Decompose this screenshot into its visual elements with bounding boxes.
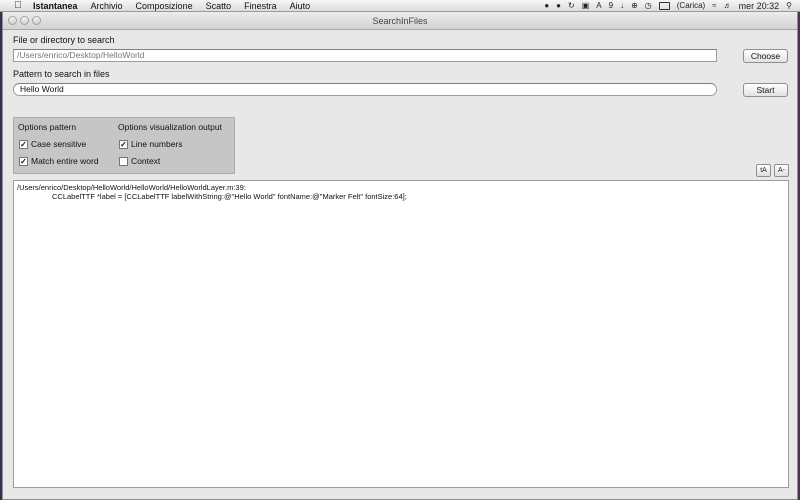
window-content: File or directory to search /Users/enric…: [3, 31, 797, 499]
line-numbers-checkbox[interactable]: ✓: [119, 139, 128, 149]
pattern-input[interactable]: Hello World: [13, 83, 717, 96]
window-title: SearchInFiles: [372, 16, 428, 26]
wifi-icon[interactable]: ≈: [712, 0, 716, 12]
status-app-icon[interactable]: ●: [544, 0, 549, 12]
menu-scatto[interactable]: Scatto: [206, 0, 232, 12]
context-label: Context: [131, 156, 161, 166]
decrease-font-button[interactable]: A-: [774, 164, 789, 177]
status-shield-icon[interactable]: ●: [556, 0, 561, 12]
results-output[interactable]: /Users/enrico/Desktop/HelloWorld/HelloWo…: [13, 180, 789, 488]
match-word-checkbox[interactable]: ✓: [19, 156, 28, 166]
menu-composizione[interactable]: Composizione: [136, 0, 193, 12]
match-word-label: Match entire word: [31, 156, 99, 166]
status-download-icon[interactable]: ↓: [620, 0, 624, 12]
result-match-line: CCLabelTTF *label = [CCLabelTTF labelWit…: [52, 192, 407, 201]
status-adobe-icon[interactable]: A: [596, 0, 601, 12]
case-sensitive-label: Case sensitive: [31, 139, 87, 149]
spotlight-search-icon[interactable]: ⚲: [786, 0, 792, 12]
match-word-option[interactable]: ✓ Match entire word: [19, 156, 99, 166]
options-visualization-heading: Options visualization output: [118, 122, 222, 132]
battery-icon[interactable]: [658, 2, 670, 10]
font-size-controls: tA A-: [756, 164, 789, 177]
pattern-label: Pattern to search in files: [13, 69, 110, 79]
apple-menu-icon[interactable]: : [13, 0, 23, 12]
status-time-machine-icon[interactable]: ◷: [645, 0, 652, 12]
options-panel: Options pattern Options visualization ou…: [13, 117, 235, 174]
result-file-path: /Users/enrico/Desktop/HelloWorld/HelloWo…: [17, 183, 246, 192]
menu-archivio[interactable]: Archivio: [91, 0, 123, 12]
case-sensitive-option[interactable]: ✓ Case sensitive: [19, 139, 86, 149]
options-pattern-heading: Options pattern: [18, 122, 77, 132]
start-button[interactable]: Start: [743, 83, 788, 97]
path-label: File or directory to search: [13, 35, 115, 45]
menu-bar:  Istantanea Archivio Composizione Scatt…: [0, 0, 800, 12]
path-input[interactable]: /Users/enrico/Desktop/HelloWorld: [13, 49, 717, 62]
volume-icon[interactable]: ♬: [724, 0, 732, 12]
menu-aiuto[interactable]: Aiuto: [290, 0, 311, 12]
notification-count[interactable]: 9: [609, 0, 613, 12]
case-sensitive-checkbox[interactable]: ✓: [19, 139, 28, 149]
line-numbers-option[interactable]: ✓ Line numbers: [119, 139, 183, 149]
window-titlebar[interactable]: SearchInFiles: [3, 12, 797, 30]
menu-app[interactable]: Istantanea: [33, 0, 78, 12]
status-sync-icon[interactable]: ↻: [568, 0, 575, 12]
line-numbers-label: Line numbers: [131, 139, 183, 149]
menu-clock[interactable]: mer 20:32: [739, 0, 780, 12]
increase-font-button[interactable]: tA: [756, 164, 771, 177]
status-bluetooth-icon[interactable]: ⊕: [631, 0, 638, 12]
context-option[interactable]: Context: [119, 156, 160, 166]
choose-button[interactable]: Choose: [743, 49, 788, 63]
menu-finestra[interactable]: Finestra: [244, 0, 277, 12]
status-area: ● ● ↻ ▣ A 9 ↓ ⊕ ◷ (Carica) ≈ ♬ mer 20:32…: [544, 0, 792, 12]
status-clipboard-icon[interactable]: ▣: [582, 0, 590, 12]
searchinfiles-window: SearchInFiles File or directory to searc…: [2, 12, 798, 500]
context-checkbox[interactable]: [119, 156, 128, 166]
battery-label: (Carica): [676, 1, 706, 10]
